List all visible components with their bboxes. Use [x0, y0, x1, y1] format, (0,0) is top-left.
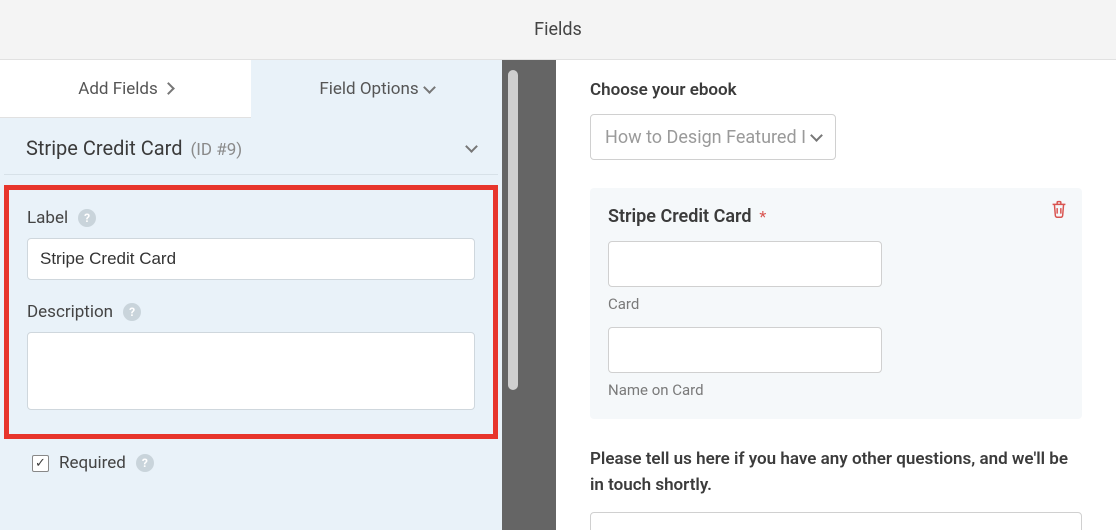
label-section: Label ? — [27, 208, 475, 280]
field-header-text: Stripe Credit Card (ID #9) — [26, 136, 242, 160]
chevron-right-icon — [162, 82, 175, 95]
cc-title: Stripe Credit Card — [608, 206, 751, 227]
field-header-title: Stripe Credit Card — [26, 136, 182, 160]
required-label: Required — [59, 453, 126, 473]
divider-column — [502, 60, 556, 530]
form-preview: Choose your ebook How to Design Featured… — [556, 60, 1116, 530]
tab-add-label: Add Fields — [78, 79, 158, 99]
ebook-select[interactable]: How to Design Featured I — [590, 114, 836, 160]
main-layout: Add Fields Field Options Stripe Credit C… — [0, 60, 1116, 530]
delete-field-button[interactable] — [1048, 198, 1070, 220]
page-title: Fields — [534, 19, 582, 40]
description-input[interactable] — [27, 332, 475, 410]
ebook-selected-value: How to Design Featured I — [605, 127, 806, 148]
description-text: Description — [27, 302, 113, 322]
field-header[interactable]: Stripe Credit Card (ID #9) — [4, 118, 498, 175]
card-number-input[interactable] — [608, 241, 882, 287]
field-header-id: (ID #9) — [190, 140, 242, 160]
label-row: Label ? — [27, 208, 475, 228]
required-row: ✓ Required ? — [0, 453, 502, 491]
description-row: Description ? — [27, 302, 475, 322]
chevron-down-icon — [810, 129, 823, 142]
chevron-down-icon — [423, 81, 436, 94]
label-input[interactable] — [27, 238, 475, 280]
scrollbar-thumb[interactable] — [508, 70, 518, 390]
options-highlight: Label ? Description ? — [4, 185, 498, 439]
credit-card-panel[interactable]: Stripe Credit Card * Card Name on Card — [590, 188, 1082, 419]
card-sublabel: Card — [608, 295, 1064, 313]
sidebar-tabs: Add Fields Field Options — [0, 60, 502, 118]
required-star-icon: * — [759, 207, 766, 226]
help-icon[interactable]: ? — [123, 303, 141, 321]
tab-add-fields[interactable]: Add Fields — [0, 60, 251, 118]
trash-icon — [1048, 198, 1070, 220]
ebook-label: Choose your ebook — [590, 80, 1082, 100]
topbar: Fields — [0, 0, 1116, 60]
name-sublabel: Name on Card — [608, 381, 1064, 399]
tab-options-label: Field Options — [319, 79, 418, 99]
help-icon[interactable]: ? — [136, 454, 154, 472]
chevron-down-icon — [465, 140, 478, 153]
tab-field-options[interactable]: Field Options — [251, 60, 502, 118]
required-checkbox[interactable]: ✓ — [32, 455, 49, 472]
sidebar: Add Fields Field Options Stripe Credit C… — [0, 60, 502, 530]
help-icon[interactable]: ? — [78, 209, 96, 227]
questions-label: Please tell us here if you have any othe… — [590, 447, 1082, 498]
questions-input[interactable] — [590, 512, 1082, 530]
description-section: Description ? — [27, 302, 475, 414]
cc-title-row: Stripe Credit Card * — [608, 206, 1064, 227]
name-on-card-input[interactable] — [608, 327, 882, 373]
label-text: Label — [27, 208, 68, 228]
